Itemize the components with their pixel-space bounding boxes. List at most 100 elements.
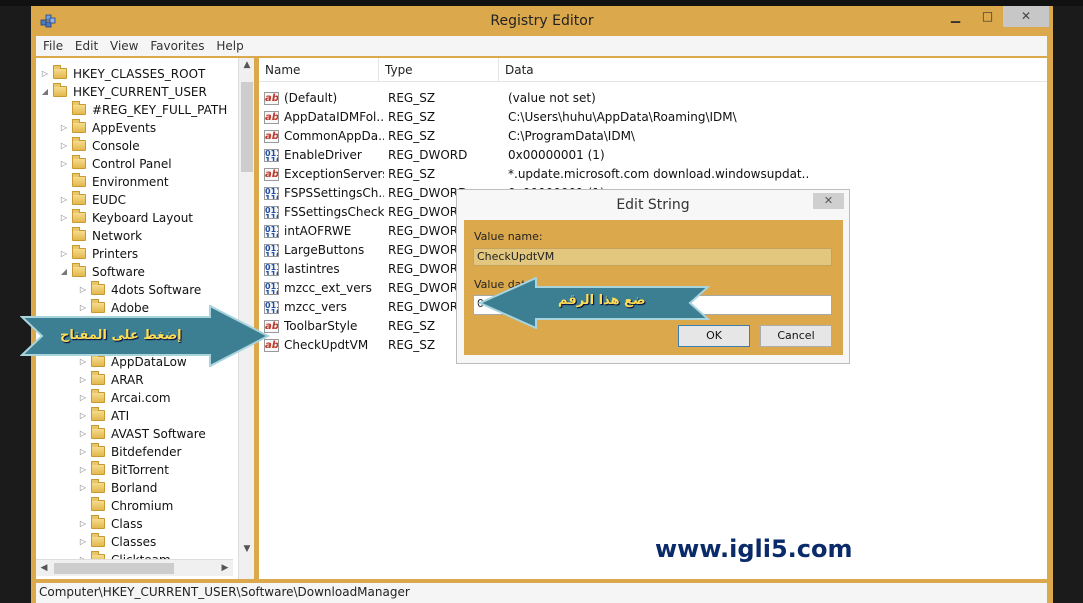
table-row[interactable]: ab (Default) REG_SZ (value not set): [259, 89, 1047, 108]
string-value-icon: ab: [264, 92, 279, 105]
value-type-cell: REG_SZ: [388, 129, 436, 143]
tree-horizontal-scrollbar[interactable]: ◀ ▶: [36, 559, 233, 576]
scroll-right-icon[interactable]: ▶: [217, 560, 233, 576]
value-name-label: Value name:: [474, 230, 543, 243]
close-button[interactable]: ✕: [1003, 6, 1049, 27]
dword-value-icon: 011110: [264, 282, 279, 295]
value-name-cell: CommonAppDa...: [284, 129, 384, 143]
dword-value-icon: 011110: [264, 206, 279, 219]
menu-help[interactable]: Help: [212, 36, 247, 53]
value-data-cell: C:\ProgramData\IDM\: [508, 129, 635, 143]
tree-item-label: Environment: [92, 175, 169, 189]
minimize-button[interactable]: ▁: [942, 6, 969, 27]
tree-expander-icon[interactable]: ◢: [40, 83, 50, 101]
tree-item-label: EUDC: [92, 193, 126, 207]
folder-icon: [91, 461, 105, 475]
tree-expander-icon[interactable]: ▷: [78, 407, 88, 425]
dword-value-icon: 011110: [264, 149, 279, 162]
tree-expander-icon[interactable]: ▷: [78, 371, 88, 389]
scroll-left-icon[interactable]: ◀: [36, 560, 52, 576]
string-value-icon: ab: [264, 111, 279, 124]
table-row[interactable]: 011110 EnableDriver REG_DWORD 0x00000001 (1…: [259, 146, 1047, 165]
folder-icon: [72, 137, 86, 151]
folder-icon: [72, 155, 86, 169]
folder-icon: [91, 515, 105, 529]
tree-expander-icon[interactable]: ▷: [59, 191, 69, 209]
tree-expander-icon[interactable]: ▷: [78, 479, 88, 497]
tree-expander-icon[interactable]: ▷: [78, 443, 88, 461]
tree-hscroll-thumb[interactable]: [54, 563, 174, 574]
tree-expander-icon[interactable]: ▷: [78, 281, 88, 299]
tree-expander-icon[interactable]: ▷: [59, 209, 69, 227]
folder-icon: [91, 497, 105, 511]
value-name-cell: AppDataIDMFol...: [284, 110, 384, 124]
tree-expander-icon[interactable]: ▷: [59, 245, 69, 263]
value-name-cell: intAOFRWE: [284, 224, 352, 238]
column-header-name[interactable]: Name: [259, 58, 379, 82]
tree-expander-icon[interactable]: ▷: [78, 425, 88, 443]
tree-item-label: Arcai.com: [111, 391, 171, 405]
tree-item-label: Console: [92, 139, 140, 153]
tree-expander-icon[interactable]: ▷: [59, 119, 69, 137]
value-type-cell: REG_SZ: [388, 91, 436, 105]
tree-expander-icon[interactable]: ▷: [59, 137, 69, 155]
value-name-field: CheckUpdtVM: [473, 248, 832, 266]
tree-expander-icon[interactable]: ▷: [78, 515, 88, 533]
table-row[interactable]: ab ExceptionServers REG_SZ *.update.microso…: [259, 165, 1047, 184]
column-header-type[interactable]: Type: [379, 58, 499, 82]
value-type-cell: REG_SZ: [388, 167, 436, 181]
value-name-cell: CheckUpdtVM: [284, 338, 369, 352]
tree-item-label: Control Panel: [92, 157, 172, 171]
table-row[interactable]: ab AppDataIDMFol... REG_SZ C:\Users\huhu\Ap…: [259, 108, 1047, 127]
folder-icon: [72, 209, 86, 223]
tree-item-label: Class: [111, 517, 143, 531]
dword-value-icon: 011110: [264, 225, 279, 238]
tree-expander-icon[interactable]: ▷: [40, 65, 50, 83]
scroll-up-icon[interactable]: ▲: [239, 60, 254, 70]
menu-edit[interactable]: Edit: [71, 36, 102, 53]
dword-value-icon: 011110: [264, 244, 279, 257]
string-value-icon: ab: [264, 168, 279, 181]
maximize-button[interactable]: □: [974, 6, 1001, 27]
scroll-down-icon[interactable]: ▼: [239, 544, 254, 554]
window-title: Registry Editor: [490, 13, 594, 29]
tree-expander-icon[interactable]: ◢: [59, 263, 69, 281]
value-name-cell: lastintres: [284, 262, 340, 276]
column-header-data[interactable]: Data: [499, 58, 1047, 82]
value-name-cell: ExceptionServers: [284, 167, 384, 181]
right-arrow-instruction: ضع هذا الرقم: [558, 293, 646, 308]
dword-value-icon: 011110: [264, 263, 279, 276]
tree-scroll-thumb[interactable]: [241, 82, 253, 172]
tree-item-label: ARAR: [111, 373, 144, 387]
status-bar-path: Computer\HKEY_CURRENT_USER\Software\Down…: [36, 583, 1047, 603]
folder-icon: [72, 227, 86, 241]
folder-icon: [72, 101, 86, 115]
folder-icon: [53, 65, 67, 79]
folder-icon: [91, 479, 105, 493]
tree-expander-icon[interactable]: ▷: [78, 461, 88, 479]
tree-item-label: AVAST Software: [111, 427, 206, 441]
value-data-cell: *.update.microsoft.com download.windowsu…: [508, 167, 808, 181]
value-name-cell: mzcc_vers: [284, 300, 347, 314]
menu-favorites[interactable]: Favorites: [146, 36, 208, 53]
folder-icon: [91, 407, 105, 421]
tree-expander-icon[interactable]: ▷: [78, 389, 88, 407]
tree-item-label: HKEY_CURRENT_USER: [73, 85, 207, 99]
menu-file[interactable]: File: [36, 36, 67, 53]
folder-icon: [72, 245, 86, 259]
list-header: Name Type Data: [259, 58, 1047, 82]
folder-icon: [72, 173, 86, 187]
tree-expander-icon[interactable]: ▷: [59, 155, 69, 173]
tree-item-label: HKEY_CLASSES_ROOT: [73, 67, 206, 81]
tree-expander-icon[interactable]: ▷: [78, 533, 88, 551]
title-bar[interactable]: Registry Editor ▁ □ ✕: [31, 6, 1053, 36]
dialog-close-button[interactable]: ✕: [813, 193, 844, 209]
tree-item-label: Network: [92, 229, 143, 243]
folder-icon: [53, 83, 67, 97]
folder-icon: [91, 371, 105, 385]
site-watermark: www.igli5.com: [655, 535, 853, 563]
table-row[interactable]: ab CommonAppDa... REG_SZ C:\ProgramData\IDM…: [259, 127, 1047, 146]
tree-item-label: Classes: [111, 535, 157, 549]
cancel-button[interactable]: Cancel: [760, 325, 832, 347]
menu-view[interactable]: View: [106, 36, 142, 53]
